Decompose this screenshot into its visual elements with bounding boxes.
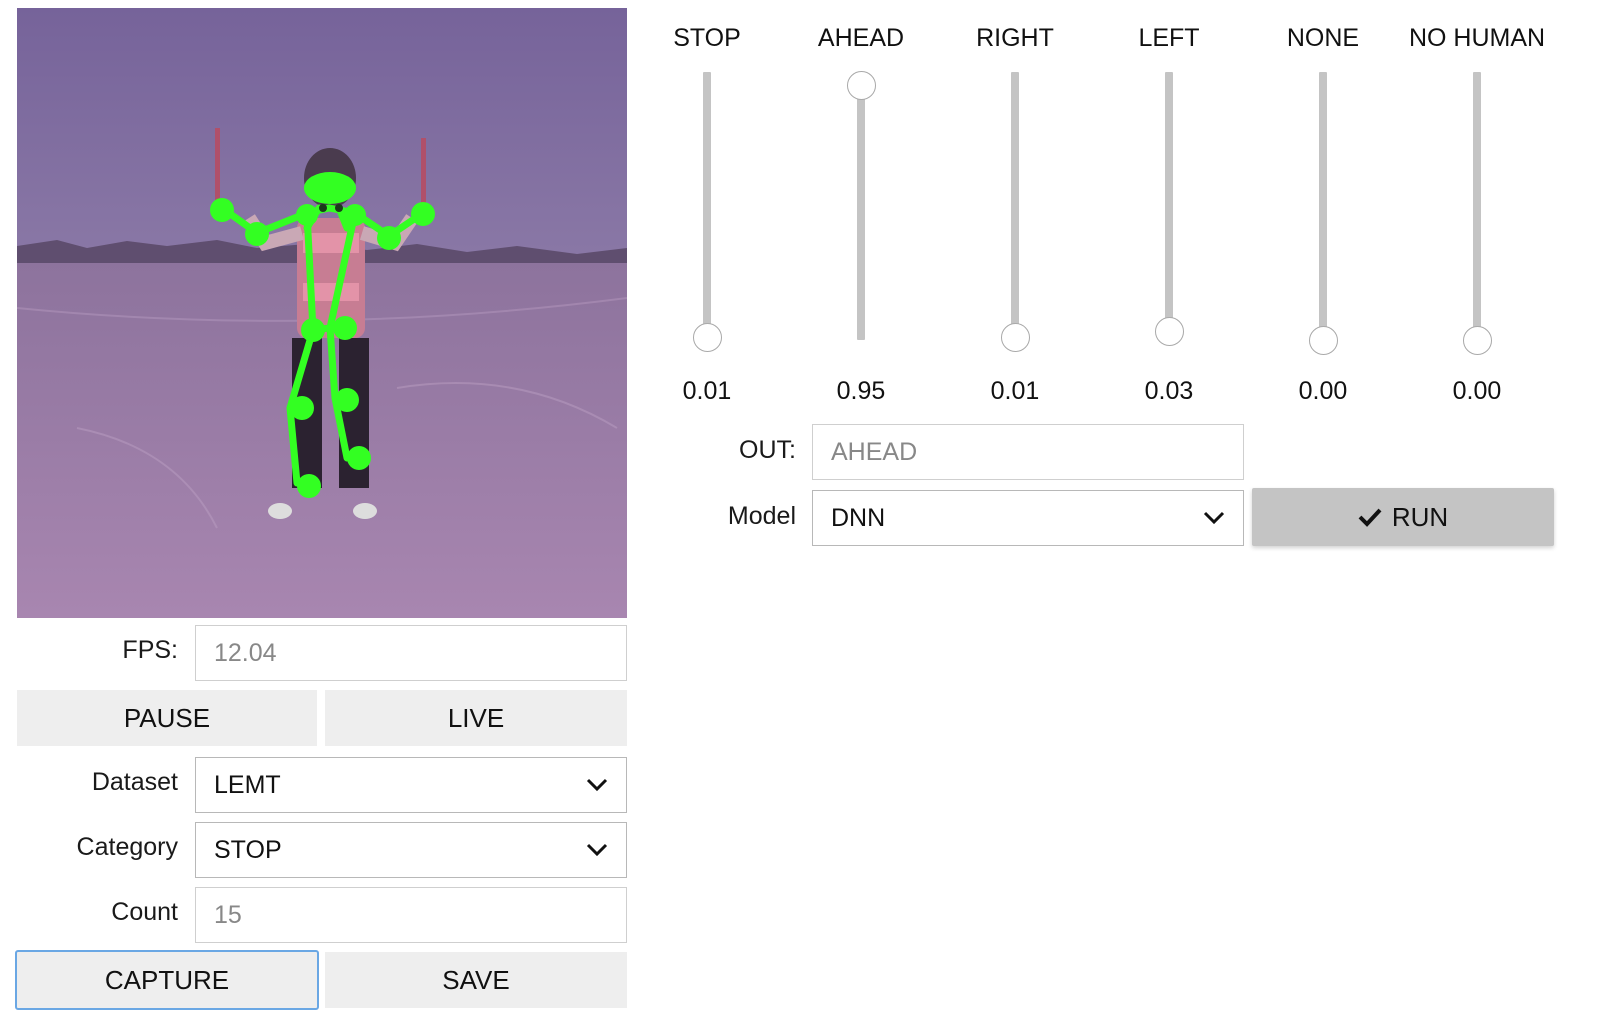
slider-thumb[interactable] — [846, 70, 876, 100]
slider-title: NONE — [1286, 24, 1360, 52]
category-select[interactable]: STOP — [195, 822, 627, 878]
slider-title: STOP — [673, 24, 741, 52]
slider-value: 0.00 — [1452, 377, 1502, 405]
run-button[interactable]: RUN — [1252, 488, 1554, 546]
model-select[interactable]: DNN — [812, 490, 1244, 546]
slider-thumb[interactable] — [1308, 325, 1338, 355]
slider-title: RIGHT — [976, 24, 1054, 52]
slider-thumb[interactable] — [1462, 325, 1492, 355]
slider-track[interactable] — [857, 72, 865, 340]
chevron-down-icon — [586, 778, 608, 792]
model-selected: DNN — [831, 503, 886, 532]
pause-button[interactable]: PAUSE — [17, 690, 317, 746]
out-value: AHEAD — [831, 437, 918, 466]
save-button[interactable]: SAVE — [325, 952, 627, 1008]
count-field[interactable]: 15 — [195, 887, 627, 943]
dataset-selected: LEMT — [214, 770, 281, 799]
category-label: Category — [76, 833, 178, 861]
slider-value: 0.01 — [990, 377, 1040, 405]
slider-value: 0.03 — [1144, 377, 1194, 405]
capture-button[interactable]: CAPTURE — [15, 950, 319, 1010]
slider-value: 0.00 — [1298, 377, 1348, 405]
slider-thumb[interactable] — [692, 322, 722, 352]
out-label: OUT: — [739, 436, 796, 464]
slider-thumb[interactable] — [1000, 322, 1030, 352]
slider-value: 0.95 — [836, 377, 886, 405]
count-value: 15 — [214, 900, 242, 929]
check-icon — [1358, 508, 1382, 527]
slider-title: NO HUMAN — [1408, 24, 1546, 52]
slider-title: AHEAD — [817, 24, 905, 52]
slider-track[interactable] — [1165, 72, 1173, 340]
slider-title: LEFT — [1138, 24, 1200, 52]
slider-track[interactable] — [1319, 72, 1327, 340]
probability-sliders: STOP 0.01 AHEAD 0.95 RIGHT 0.01 LEFT 0.03 NONE 0.… — [0, 0, 1604, 420]
chevron-down-icon — [1203, 511, 1225, 525]
live-button[interactable]: LIVE — [325, 690, 627, 746]
category-selected: STOP — [214, 835, 282, 864]
model-label: Model — [727, 502, 796, 530]
slider-value: 0.01 — [682, 377, 732, 405]
run-label: RUN — [1391, 501, 1449, 532]
out-field[interactable]: AHEAD — [812, 424, 1244, 480]
dataset-label: Dataset — [91, 768, 178, 796]
slider-thumb[interactable] — [1154, 317, 1184, 347]
slider-track[interactable] — [1011, 72, 1019, 340]
chevron-down-icon — [586, 843, 608, 857]
fps-value: 12.04 — [214, 638, 277, 667]
slider-track[interactable] — [1473, 72, 1481, 340]
count-label: Count — [111, 898, 178, 926]
fps-label: FPS: — [122, 636, 178, 664]
dataset-select[interactable]: LEMT — [195, 757, 627, 813]
slider-track[interactable] — [703, 72, 711, 340]
fps-field[interactable]: 12.04 — [195, 625, 627, 681]
